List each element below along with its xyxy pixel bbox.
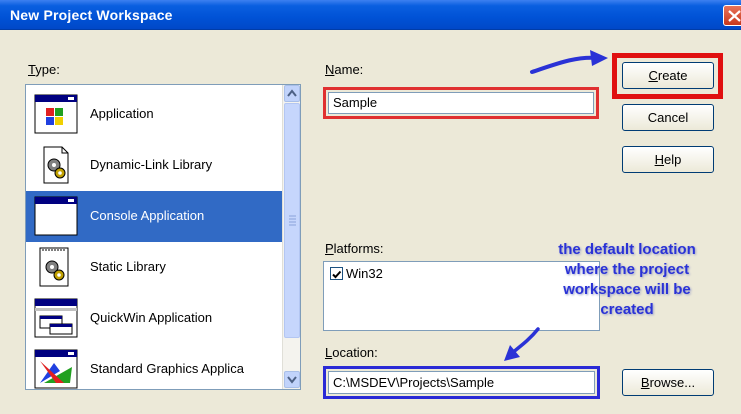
chevron-down-icon [287, 376, 297, 384]
scroll-thumb[interactable] [284, 103, 300, 338]
create-button[interactable]: Create [622, 62, 714, 89]
quickwin-icon [34, 298, 78, 338]
cancel-button[interactable]: Cancel [622, 104, 714, 131]
list-item-console-application[interactable]: Console Application [26, 191, 282, 242]
application-icon [34, 94, 78, 134]
list-item-quickwin-application[interactable]: QuickWin Application [26, 293, 282, 344]
checkmark-icon [332, 270, 342, 279]
annotation-arrow-location [504, 327, 540, 361]
win32-label: Win32 [346, 266, 383, 281]
list-item-label: Static Library [90, 259, 166, 274]
close-icon [728, 10, 741, 22]
list-item-application[interactable]: Application [26, 89, 282, 140]
location-highlight-box: C:\MSDEV\Projects\Sample [323, 366, 600, 399]
list-item-label: Standard Graphics Applica [90, 361, 244, 376]
list-item-dll[interactable]: Dynamic-Link Library [26, 140, 282, 191]
graphics-app-icon [34, 349, 78, 389]
location-field[interactable]: C:\MSDEV\Projects\Sample [328, 371, 595, 394]
browse-button[interactable]: Browse... [622, 369, 714, 396]
window-title: New Project Workspace [10, 7, 173, 23]
dll-icon [43, 146, 69, 184]
scroll-down-button[interactable] [284, 371, 300, 388]
list-item-label: QuickWin Application [90, 310, 213, 325]
close-button[interactable] [723, 5, 741, 26]
grip-icon [289, 215, 296, 226]
win32-checkbox[interactable] [330, 267, 343, 280]
console-icon [34, 196, 78, 236]
title-bar: New Project Workspace [0, 0, 741, 30]
type-label: Type: [28, 62, 60, 77]
name-label: Name: [325, 62, 364, 77]
chevron-up-icon [287, 89, 297, 97]
list-item-label: Console Application [90, 208, 205, 223]
list-item-static-library[interactable]: Static Library [26, 242, 282, 293]
list-item-label: Application [90, 106, 154, 121]
location-label: Location: [325, 345, 378, 360]
list-item-standard-graphics-application[interactable]: Standard Graphics Applica [26, 344, 282, 389]
annotation-arrow-create [530, 50, 608, 74]
static-library-icon [39, 247, 69, 287]
platforms-label: Platforms: [325, 241, 384, 256]
annotation-text: the default location where the project w… [558, 241, 696, 318]
dialog-window: New Project Workspace Type: Application [0, 0, 741, 414]
help-button[interactable]: Help [622, 146, 714, 173]
list-scrollbar[interactable] [282, 85, 300, 389]
project-type-list[interactable]: Application Dynamic-Link Library Console… [25, 84, 301, 390]
name-highlight-box: Sample [323, 87, 599, 119]
list-item-label: Dynamic-Link Library [90, 157, 213, 172]
name-field[interactable]: Sample [328, 92, 594, 114]
scroll-up-button[interactable] [284, 85, 300, 102]
